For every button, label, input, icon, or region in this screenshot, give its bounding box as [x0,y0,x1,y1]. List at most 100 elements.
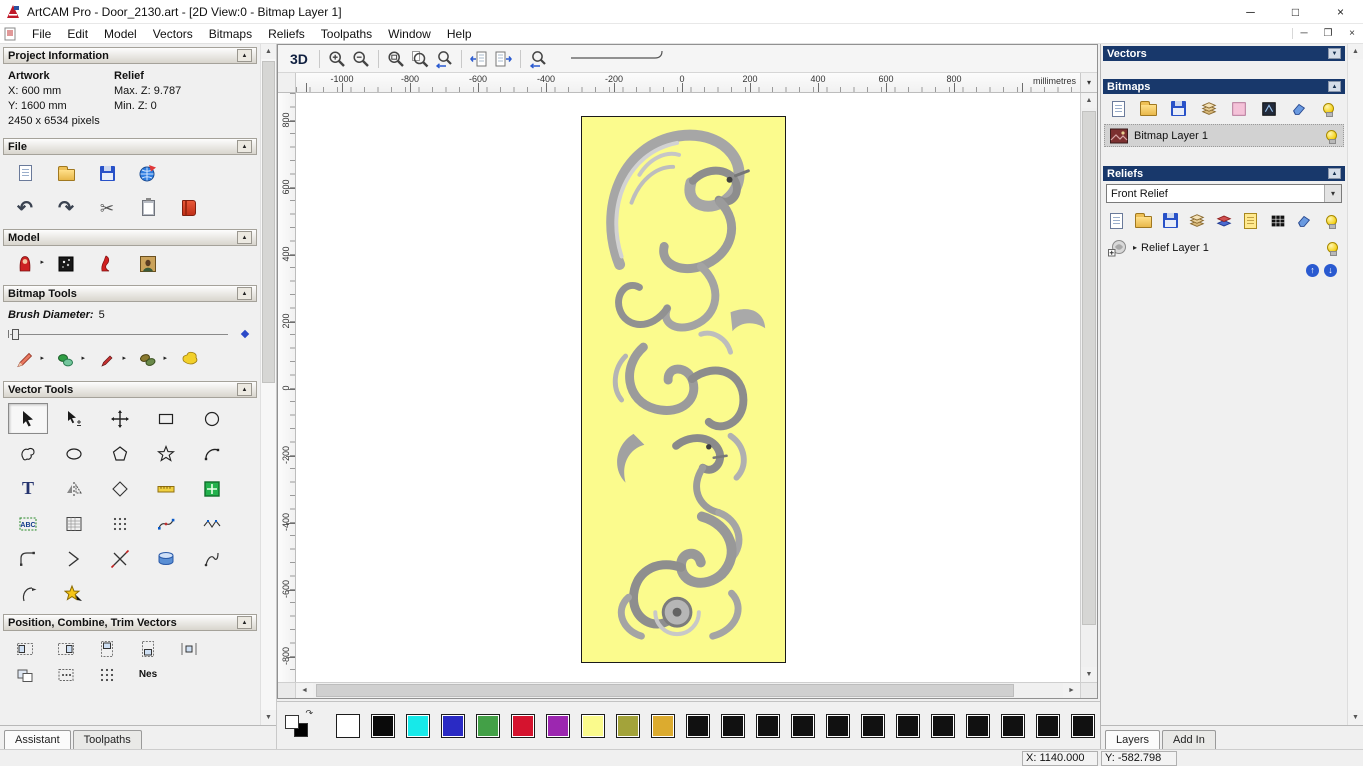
toggle-relief-layers-button[interactable] [1319,209,1343,232]
tab-layers[interactable]: Layers [1105,730,1161,749]
relief-layer-row[interactable]: ▸ Relief Layer 1 [1104,236,1344,259]
new-model-button[interactable] [10,159,40,187]
tab-toolpaths[interactable]: Toolpaths [72,730,142,749]
rollup-icon[interactable]: ▲ [237,231,252,244]
menu-window[interactable]: Window [380,25,439,43]
palette-colour-6[interactable] [546,713,570,738]
align-left-tool[interactable] [10,635,40,663]
draw-tool[interactable]: ▸ [92,346,126,374]
wrap-text-abc-tool[interactable]: ABC [8,508,48,539]
fit-spline-tool[interactable] [146,508,186,539]
palette-colour-4[interactable] [476,713,500,738]
offset-vectors-tool[interactable] [100,473,140,504]
create-star-tool[interactable] [146,438,186,469]
menu-toolpaths[interactable]: Toolpaths [313,25,380,43]
palette-colour-12[interactable] [756,713,780,738]
create-circle-tool[interactable] [192,403,232,434]
brush-diameter-slider[interactable] [8,325,250,343]
palette-colour-18[interactable] [966,713,990,738]
dropdown-arrow-icon[interactable]: ▸ [40,354,44,362]
greyscale-preview-button[interactable] [51,250,81,278]
artwork-image[interactable] [581,116,786,663]
paste-button[interactable] [133,194,163,222]
palette-colour-3[interactable] [441,713,465,738]
notes-button[interactable] [174,194,204,222]
units-combo[interactable]: ▾ [1080,73,1097,92]
scroll-down-icon[interactable]: ▼ [1081,667,1097,682]
scroll-down-icon[interactable]: ▼ [1348,710,1363,725]
join-vectors-tool[interactable] [54,543,94,574]
palette-colour-17[interactable] [931,713,955,738]
layer-visibility-bulb-icon[interactable] [1323,242,1341,256]
create-polygon-tool[interactable] [100,438,140,469]
scroll-up-icon[interactable]: ▲ [1081,93,1097,108]
sculpting-button[interactable] [92,250,122,278]
rollup-icon[interactable]: ▲ [237,383,252,396]
scrollbar-track[interactable] [1081,108,1097,667]
menu-bitmaps[interactable]: Bitmaps [201,25,260,43]
menu-model[interactable]: Model [96,25,145,43]
scroll-up-icon[interactable]: ▲ [1348,44,1363,59]
create-text-tool[interactable]: T [8,473,48,504]
clear-bitmap-layer-button[interactable] [1225,97,1252,120]
line-thickness-slider[interactable] [569,49,669,68]
new-bitmap-layer-button[interactable] [1105,97,1132,120]
layers-scrollbar[interactable]: ▲ ▼ [1347,44,1363,725]
menu-file[interactable]: File [24,25,59,43]
align-centre-tool[interactable] [174,635,204,663]
previous-view-button[interactable] [467,47,491,71]
zoom-objects-tool[interactable] [384,47,408,71]
canvas-vertical-scrollbar[interactable]: ▲ ▼ [1080,93,1097,682]
2d-view-canvas[interactable] [296,93,1080,682]
move-layer-up-button[interactable]: ↑ [1306,264,1319,277]
rollup-icon[interactable]: ▲ [237,287,252,300]
align-right-tool[interactable] [51,635,81,663]
minimize-button[interactable]: ─ [1228,0,1273,24]
bitmap-layer-row[interactable]: Bitmap Layer 1 [1104,124,1344,147]
palette-colour-8[interactable] [616,713,640,738]
palette-colour-5[interactable] [511,713,535,738]
load-relief-layer-button[interactable] [1132,209,1156,232]
swap-colours-icon[interactable]: ↷ [305,708,313,719]
canvas-horizontal-scrollbar[interactable]: ◄ ► [278,682,1097,698]
menu-help[interactable]: Help [439,25,480,43]
delete-bitmap-layer-button[interactable] [1285,97,1312,120]
undo-button[interactable]: ↶ [10,194,40,222]
save-relief-layer-button[interactable] [1159,209,1183,232]
paint-selective-tool[interactable]: ▸ [51,346,85,374]
scrollbar-track[interactable] [1348,59,1363,710]
slice-tool[interactable] [8,578,48,609]
expand-icon[interactable]: ▼ [1328,48,1341,59]
greyscale-relief-button[interactable] [1266,209,1290,232]
mdi-close-button[interactable]: × [1345,28,1359,39]
transform-vectors-tool[interactable] [54,403,94,434]
move-layer-down-button[interactable]: ↓ [1324,264,1337,277]
primary-secondary-colour[interactable]: ↷ [285,708,313,741]
assistant-scrollbar[interactable]: ▲ ▼ [260,44,276,725]
merge-relief-layers-button[interactable] [1185,209,1209,232]
palette-colour-21[interactable] [1071,713,1095,738]
palette-colour-16[interactable] [896,713,920,738]
palette-colour-1[interactable] [371,713,395,738]
maximize-button[interactable]: □ [1273,0,1318,24]
zoom-back-tool[interactable] [526,47,550,71]
redo-button[interactable]: ↷ [51,194,81,222]
palette-colour-14[interactable] [826,713,850,738]
palette-colour-20[interactable] [1036,713,1060,738]
next-view-button[interactable] [491,47,515,71]
palette-colour-13[interactable] [791,713,815,738]
greyscale-bitmap-button[interactable] [1255,97,1282,120]
save-model-button[interactable] [92,159,122,187]
transfer-relief-button[interactable] [1212,209,1236,232]
menu-reliefs[interactable]: Reliefs [260,25,313,43]
load-bitmap-layer-button[interactable] [1135,97,1162,120]
mdi-minimize-button[interactable]: ─ [1297,28,1311,39]
palette-colour-7[interactable] [581,713,605,738]
palette-colour-15[interactable] [861,713,885,738]
align-top-tool[interactable] [92,635,122,663]
switch-to-3d-button[interactable]: 3D [284,50,314,68]
dropdown-arrow-icon[interactable]: ▸ [81,354,85,362]
nest-vectors-tool[interactable]: Nes [133,667,163,683]
delete-relief-layer-button[interactable] [1292,209,1316,232]
dropdown-arrow-icon[interactable]: ▸ [122,354,126,362]
